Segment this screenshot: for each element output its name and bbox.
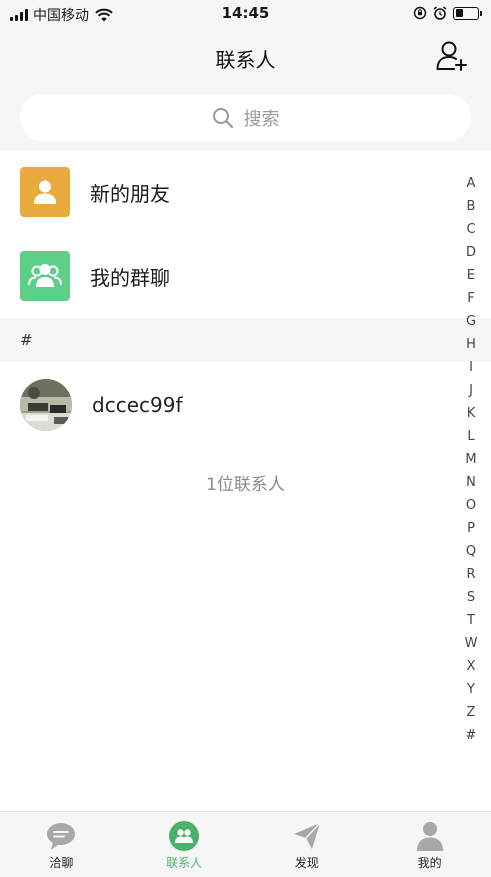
profile-icon	[416, 822, 443, 851]
index-letter[interactable]: C	[466, 218, 475, 241]
new-friends-label: 新的朋友	[90, 181, 170, 206]
page-title: 联系人	[215, 48, 276, 72]
index-letter[interactable]: K	[467, 402, 476, 425]
section-header: #	[0, 318, 491, 362]
tab-me-label: 我的	[417, 856, 442, 870]
index-letter[interactable]: L	[467, 425, 474, 448]
tab-me[interactable]: 我的	[368, 812, 491, 877]
alarm-icon	[433, 6, 447, 20]
index-letter[interactable]: O	[466, 494, 476, 517]
status-bar: 中国移动 14:45	[0, 0, 491, 30]
tab-bar: 洽聊 联系人 发现 我的	[0, 811, 491, 877]
index-letter[interactable]: M	[465, 448, 476, 471]
my-groups-tile	[20, 251, 70, 301]
index-letter[interactable]: T	[467, 609, 475, 632]
index-letter[interactable]: D	[466, 241, 476, 264]
tab-contacts[interactable]: 联系人	[123, 812, 246, 877]
index-letter[interactable]: X	[467, 655, 476, 678]
index-letter[interactable]: B	[467, 195, 476, 218]
search-input[interactable]: 搜索	[20, 94, 471, 141]
tab-discover[interactable]: 发现	[246, 812, 369, 877]
tab-chat-label: 洽聊	[49, 856, 74, 870]
index-letter[interactable]: Q	[466, 540, 476, 563]
contact-name: dccec99f	[92, 393, 183, 417]
index-letter[interactable]: A	[467, 172, 476, 195]
search-icon	[212, 107, 233, 128]
person-icon	[34, 180, 56, 204]
index-letter[interactable]: Z	[467, 701, 476, 724]
tab-contacts-label: 联系人	[166, 856, 203, 870]
index-letter[interactable]: W	[465, 632, 478, 655]
index-letter[interactable]: Y	[467, 678, 475, 701]
battery-icon	[453, 6, 482, 20]
new-friends-entry[interactable]: 新的朋友	[0, 150, 450, 234]
add-contact-icon[interactable]	[435, 40, 469, 72]
index-letter[interactable]: N	[466, 471, 476, 494]
index-letter[interactable]: G	[466, 310, 476, 333]
index-letter[interactable]: E	[467, 264, 475, 287]
contacts-icon	[169, 821, 200, 851]
index-letter[interactable]: #	[466, 724, 477, 747]
search-area: 搜索	[0, 86, 491, 150]
search-placeholder: 搜索	[243, 108, 280, 130]
my-groups-label: 我的群聊	[90, 265, 170, 290]
index-letter[interactable]: H	[466, 333, 476, 356]
tab-chat[interactable]: 洽聊	[0, 812, 123, 877]
nav-bar: 联系人	[0, 30, 491, 86]
status-right	[413, 6, 482, 20]
signal-strength-icon	[10, 9, 28, 21]
rotation-lock-icon	[413, 6, 427, 20]
wifi-icon	[95, 8, 113, 22]
contact-avatar	[20, 379, 72, 431]
tab-discover-label: 发现	[294, 856, 319, 870]
carrier-name: 中国移动	[33, 8, 89, 24]
index-letter[interactable]: S	[467, 586, 475, 609]
new-friends-tile	[20, 167, 70, 217]
index-letter[interactable]: J	[469, 379, 473, 402]
chat-bubble-icon	[47, 823, 76, 850]
index-letter[interactable]: I	[469, 356, 473, 379]
index-letter[interactable]: R	[466, 563, 475, 586]
index-letter[interactable]: F	[467, 287, 474, 310]
paper-plane-icon	[293, 822, 321, 849]
index-letter[interactable]: P	[467, 517, 475, 540]
contact-row[interactable]: dccec99f	[0, 372, 450, 438]
my-groups-entry[interactable]: 我的群聊	[0, 234, 450, 318]
section-header-label: #	[20, 331, 33, 349]
group-icon	[28, 264, 62, 287]
alphabet-index[interactable]: A B C D E F G H I J K L M N O P Q R S T …	[460, 172, 482, 747]
status-left: 中国移动	[10, 5, 113, 25]
contact-count: 1位联系人	[206, 475, 285, 495]
